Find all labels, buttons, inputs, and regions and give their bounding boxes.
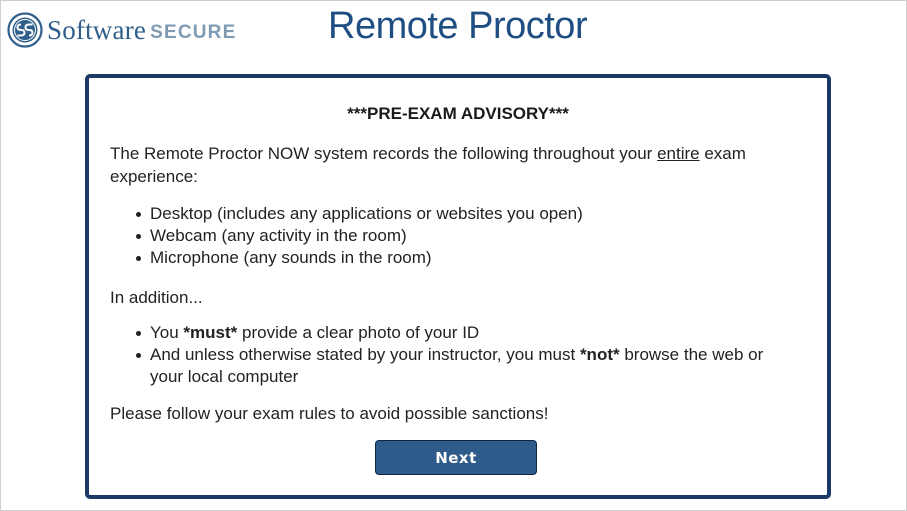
- rule-id-text-start: You: [150, 323, 184, 342]
- app-title: Remote Proctor: [328, 5, 588, 47]
- rules-list: You *must* provide a clear photo of your…: [110, 322, 790, 388]
- in-addition-text: In addition...: [110, 288, 203, 307]
- recorded-items-list: Desktop (includes any applications or we…: [110, 203, 790, 269]
- software-secure-logo: Software SECURE: [7, 11, 236, 49]
- logo-wordmark-secure: SECURE: [150, 21, 237, 43]
- intro-text-start: The Remote Proctor NOW system records th…: [110, 144, 658, 163]
- list-item: Desktop (includes any applications or we…: [110, 203, 790, 225]
- rule-id-text-end: provide a clear photo of your ID: [237, 323, 480, 342]
- rule-id-emphasis: *must*: [183, 323, 238, 342]
- pre-exam-advisory-card: ***PRE-EXAM ADVISORY*** The Remote Proct…: [85, 74, 831, 499]
- list-item: You *must* provide a clear photo of your…: [110, 322, 790, 344]
- advisory-intro: The Remote Proctor NOW system records th…: [110, 142, 810, 188]
- rule-browse-text-start: And unless otherwise stated by your inst…: [150, 345, 580, 364]
- list-item: Webcam (any activity in the room): [110, 225, 790, 247]
- list-item: And unless otherwise stated by your inst…: [110, 344, 790, 388]
- header: Software SECURE Remote Proctor: [1, 1, 907, 61]
- logo-wordmark-software: Software: [47, 14, 147, 45]
- software-secure-logo-icon: [7, 12, 43, 48]
- closing-text: Please follow your exam rules to avoid p…: [110, 404, 549, 423]
- next-button[interactable]: Next: [375, 440, 537, 475]
- intro-underlined-word: entire: [657, 144, 700, 163]
- recorded-item-desktop: Desktop (includes any applications or we…: [150, 204, 583, 223]
- recorded-item-microphone: Microphone (any sounds in the room): [150, 248, 432, 267]
- advisory-title: ***PRE-EXAM ADVISORY***: [347, 104, 569, 123]
- rule-browse-emphasis: *not*: [579, 345, 620, 364]
- recorded-item-webcam: Webcam (any activity in the room): [150, 226, 407, 245]
- list-item: Microphone (any sounds in the room): [110, 247, 790, 269]
